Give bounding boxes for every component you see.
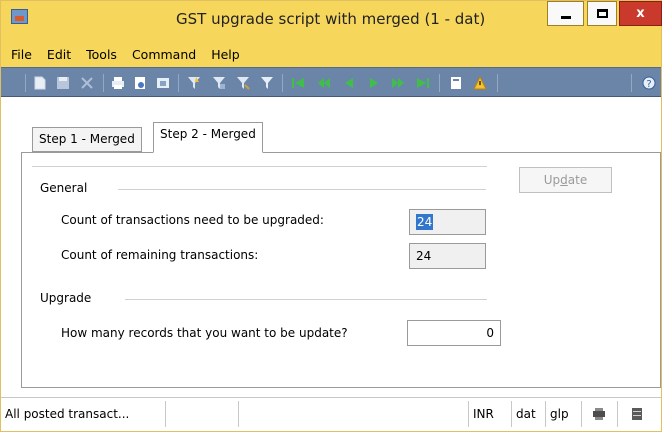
records-to-update-value: 0 xyxy=(486,326,494,340)
minimize-icon xyxy=(560,15,571,19)
attachment-icon[interactable] xyxy=(449,76,463,90)
update-button-access-key: d xyxy=(560,173,568,187)
menu-command[interactable]: Command xyxy=(132,47,196,62)
toolbar-separator xyxy=(631,74,632,92)
application-window: GST upgrade script with merged (1 - dat)… xyxy=(0,0,662,432)
status-message: All posted transact... xyxy=(1,401,166,427)
tab-panel: General Count of transactions need to be… xyxy=(21,152,661,388)
app-icon[interactable] xyxy=(11,9,28,24)
menu-help[interactable]: Help xyxy=(211,47,240,62)
status-empty-1 xyxy=(166,401,239,427)
maximize-icon xyxy=(596,9,608,18)
minimize-button[interactable] xyxy=(547,1,584,26)
toolbar: ? xyxy=(1,67,661,97)
count-to-upgrade-value: 24 xyxy=(416,214,434,230)
tab-area: Step 1 - Merged Step 2 - Merged General … xyxy=(1,97,661,397)
general-group-title: General xyxy=(40,181,88,195)
new-icon[interactable] xyxy=(33,76,47,90)
menu-edit[interactable]: Edit xyxy=(47,47,71,62)
toolbar-separator xyxy=(25,74,26,92)
update-button-label-post: ate xyxy=(567,173,588,187)
status-extra[interactable]: glp xyxy=(546,401,582,427)
panel-top-divider xyxy=(32,166,487,167)
close-button[interactable]: x xyxy=(619,1,662,26)
delete-icon[interactable] xyxy=(80,76,94,90)
filter-by-form-icon[interactable] xyxy=(212,76,226,90)
remove-filter-icon[interactable] xyxy=(260,76,274,90)
previous-record-icon[interactable] xyxy=(342,76,356,90)
general-group-divider xyxy=(118,189,486,190)
tab-step-1-merged[interactable]: Step 1 - Merged xyxy=(32,127,142,152)
menu-bar: File Edit Tools Command Help xyxy=(1,41,661,67)
save-icon[interactable] xyxy=(56,76,70,90)
next-page-icon[interactable] xyxy=(391,76,405,90)
svg-text:?: ? xyxy=(646,79,651,90)
title-bar[interactable]: GST upgrade script with merged (1 - dat)… xyxy=(1,1,662,41)
toolbar-separator xyxy=(282,74,283,92)
status-bar: All posted transact... INR dat glp xyxy=(1,397,661,431)
update-button[interactable]: Up d ate xyxy=(519,167,612,193)
menu-file[interactable]: File xyxy=(11,47,32,62)
toolbar-separator xyxy=(103,74,104,92)
status-company[interactable]: dat xyxy=(512,401,546,427)
window-title: GST upgrade script with merged (1 - dat) xyxy=(176,10,486,28)
next-record-icon[interactable] xyxy=(367,76,381,90)
menu-tools[interactable]: Tools xyxy=(86,47,117,62)
remaining-transactions-label: Count of remaining transactions: xyxy=(61,248,259,262)
status-database-cell[interactable] xyxy=(618,401,661,427)
database-icon xyxy=(632,408,642,420)
advanced-filter-icon[interactable] xyxy=(236,76,250,90)
printer-icon xyxy=(593,408,605,420)
records-to-update-input[interactable]: 0 xyxy=(407,320,501,346)
upgrade-group-title: Upgrade xyxy=(40,291,92,305)
alert-icon[interactable] xyxy=(473,76,487,90)
help-icon[interactable]: ? xyxy=(642,76,656,90)
export-icon[interactable] xyxy=(156,76,170,90)
previous-page-icon[interactable] xyxy=(317,76,331,90)
filter-by-selection-icon[interactable] xyxy=(187,76,201,90)
status-empty-2 xyxy=(239,401,469,427)
toolbar-separator xyxy=(178,74,179,92)
upgrade-group-divider xyxy=(125,299,487,300)
remaining-transactions-field[interactable]: 24 xyxy=(409,243,486,269)
count-to-upgrade-label: Count of transactions need to be upgrade… xyxy=(61,213,324,227)
last-record-icon[interactable] xyxy=(416,76,430,90)
toolbar-separator xyxy=(497,74,498,92)
maximize-button[interactable] xyxy=(587,1,617,26)
tab-step-2-merged[interactable]: Step 2 - Merged xyxy=(153,122,263,153)
toolbar-separator xyxy=(439,74,440,92)
remaining-transactions-value: 24 xyxy=(416,249,432,263)
print-icon[interactable] xyxy=(111,76,125,90)
records-to-update-label: How many records that you want to be upd… xyxy=(61,326,348,340)
close-icon: x xyxy=(636,6,645,21)
first-record-icon[interactable] xyxy=(291,76,305,90)
status-currency[interactable]: INR xyxy=(469,401,512,427)
print-preview-icon[interactable] xyxy=(133,76,147,90)
update-button-label-pre: Up xyxy=(543,173,561,187)
status-printer-cell[interactable] xyxy=(582,401,618,427)
count-to-upgrade-field[interactable]: 24 xyxy=(409,209,486,235)
